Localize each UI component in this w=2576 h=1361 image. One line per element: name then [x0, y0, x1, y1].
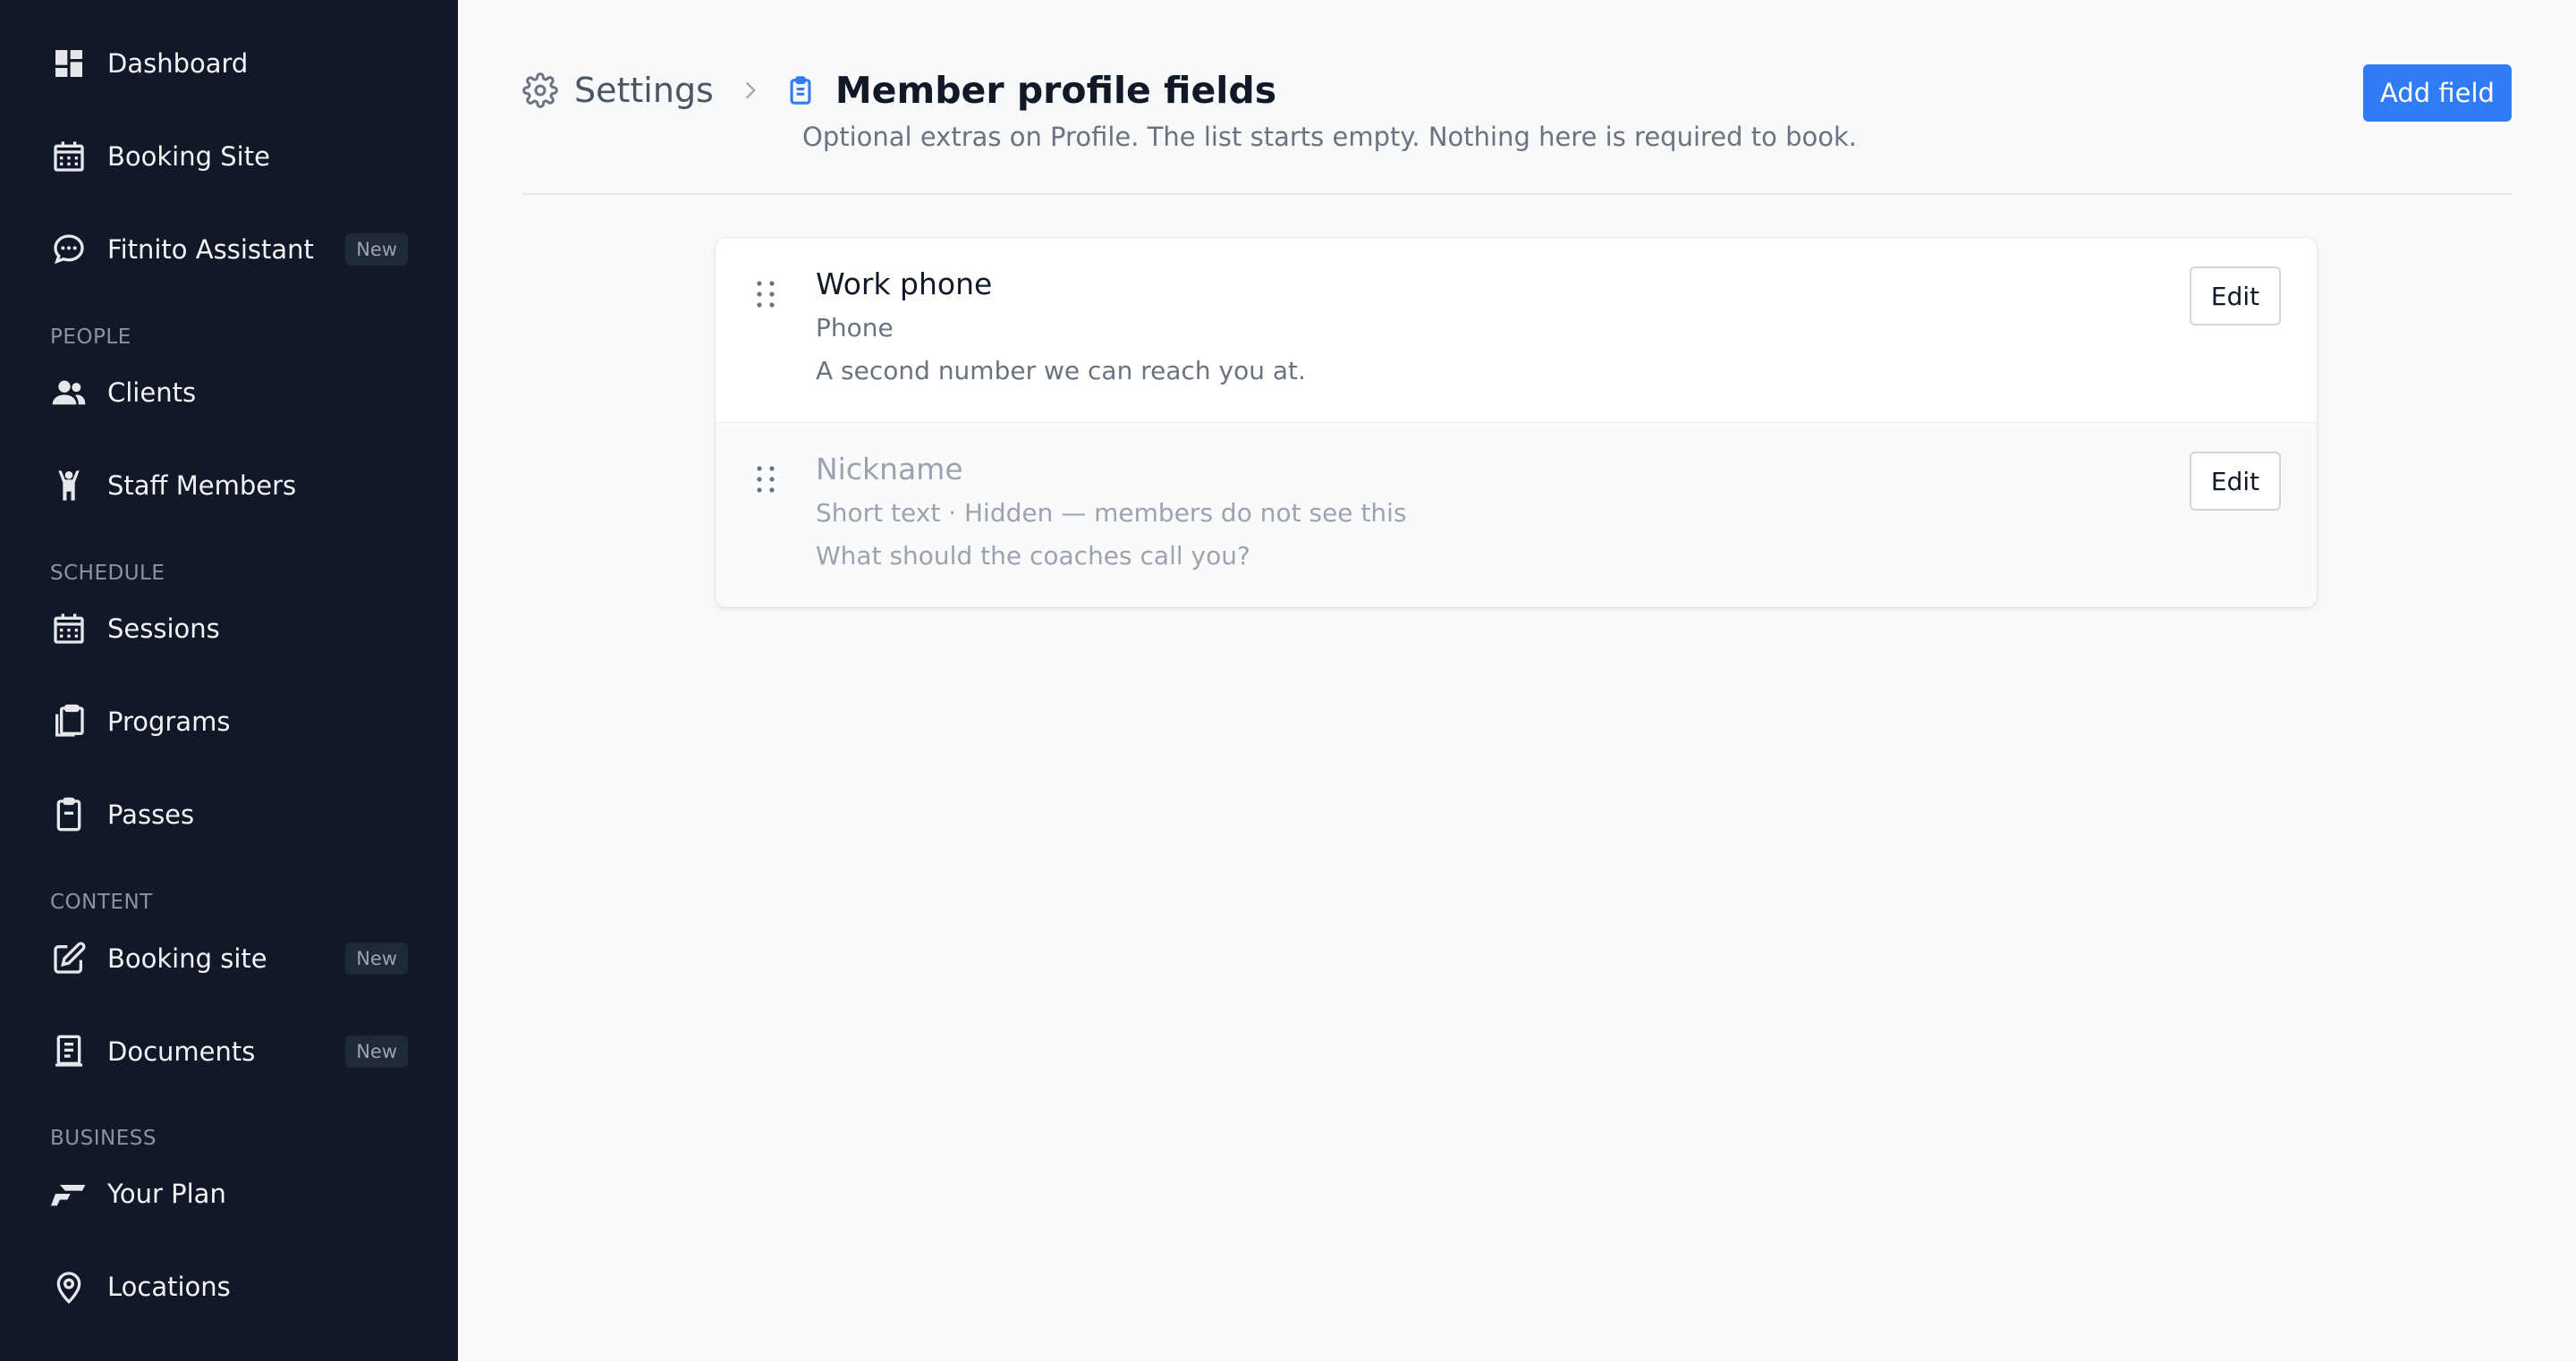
sidebar-item-label: Booking Site — [107, 141, 270, 172]
sidebar-item-label: Documents — [107, 1036, 256, 1067]
pass-icon — [50, 796, 88, 833]
calendar-icon — [50, 138, 88, 175]
sidebar-item-fitnito-assistant[interactable]: Fitnito Assistant New — [50, 227, 408, 272]
sidebar-item-booking-site[interactable]: Booking Site — [50, 134, 408, 179]
field-help-text: A second number we can reach you at. — [816, 356, 1306, 385]
users-icon — [50, 374, 88, 411]
field-name: Work phone — [816, 266, 993, 301]
sidebar-item-documents[interactable]: Documents New — [50, 1029, 408, 1074]
list-item: Nickname Short text · Hidden — members d… — [716, 422, 2317, 607]
sidebar-item-locations[interactable]: Locations — [50, 1264, 408, 1309]
sidebar-item-clients[interactable]: Clients — [50, 370, 408, 415]
sidebar-item-sessions[interactable]: Sessions — [50, 606, 408, 651]
field-help-text: What should the coaches call you? — [816, 541, 1250, 571]
document-icon — [50, 1033, 88, 1070]
sidebar-item-staff-members[interactable]: Staff Members — [50, 463, 408, 508]
new-badge: New — [345, 1036, 408, 1068]
sidebar-item-label: Staff Members — [107, 470, 297, 501]
profile-fields-list: Work phone Phone A second number we can … — [716, 238, 2317, 607]
edit-icon — [50, 940, 88, 977]
list-item: Work phone Phone A second number we can … — [716, 238, 2317, 422]
sidebar-item-passes[interactable]: Passes — [50, 792, 408, 837]
breadcrumb-settings-link[interactable]: Settings — [574, 71, 714, 110]
sidebar-item-label: Sessions — [107, 613, 220, 644]
main-content: Settings Member profile fields Optional … — [458, 0, 2576, 1361]
section-label-people: PEOPLE — [50, 325, 131, 349]
field-type: Phone — [816, 313, 894, 342]
person-icon — [50, 467, 88, 504]
brand-logo-icon — [50, 1175, 88, 1213]
breadcrumb: Settings Member profile fields — [522, 68, 1276, 113]
sidebar-item-label: Booking site — [107, 943, 267, 974]
sidebar-item-booking-site-content[interactable]: Booking site New — [50, 936, 408, 981]
section-label-business: BUSINESS — [50, 1127, 157, 1150]
drag-handle-icon[interactable] — [753, 464, 778, 495]
page-subtitle: Optional extras on Profile. The list sta… — [802, 122, 1858, 152]
dashboard-icon — [50, 45, 88, 82]
sidebar-item-label: Locations — [107, 1272, 231, 1302]
field-name: Nickname — [816, 452, 963, 486]
sidebar-item-label: Your Plan — [107, 1179, 226, 1209]
sidebar-item-label: Programs — [107, 706, 231, 737]
map-pin-icon — [50, 1268, 88, 1306]
sidebar-item-label: Fitnito Assistant — [107, 234, 314, 265]
page-title: Member profile fields — [835, 69, 1277, 112]
calendar-icon — [50, 610, 88, 647]
chat-icon — [50, 231, 88, 268]
sidebar-item-your-plan[interactable]: Your Plan — [50, 1171, 408, 1216]
section-label-content: CONTENT — [50, 891, 153, 914]
header-divider — [522, 193, 2512, 195]
field-type: Short text · Hidden — members do not see… — [816, 498, 1407, 528]
gear-icon — [522, 72, 558, 108]
sidebar-item-label: Dashboard — [107, 48, 249, 79]
sidebar-item-programs[interactable]: Programs — [50, 699, 408, 744]
sidebar-item-dashboard[interactable]: Dashboard — [50, 41, 408, 86]
add-field-button[interactable]: Add field — [2363, 64, 2512, 122]
clipboard-icon — [785, 74, 816, 106]
edit-button[interactable]: Edit — [2190, 452, 2281, 511]
drag-handle-icon[interactable] — [753, 279, 778, 309]
edit-button[interactable]: Edit — [2190, 266, 2281, 325]
new-badge: New — [345, 233, 408, 266]
clipboard-stack-icon — [50, 703, 88, 740]
sidebar: Dashboard Booking Site Fitnito Assistant… — [0, 0, 458, 1361]
sidebar-item-label: Clients — [107, 377, 197, 408]
sidebar-item-label: Passes — [107, 799, 195, 830]
chevron-right-icon — [739, 79, 762, 102]
section-label-schedule: SCHEDULE — [50, 562, 165, 585]
new-badge: New — [345, 943, 408, 975]
